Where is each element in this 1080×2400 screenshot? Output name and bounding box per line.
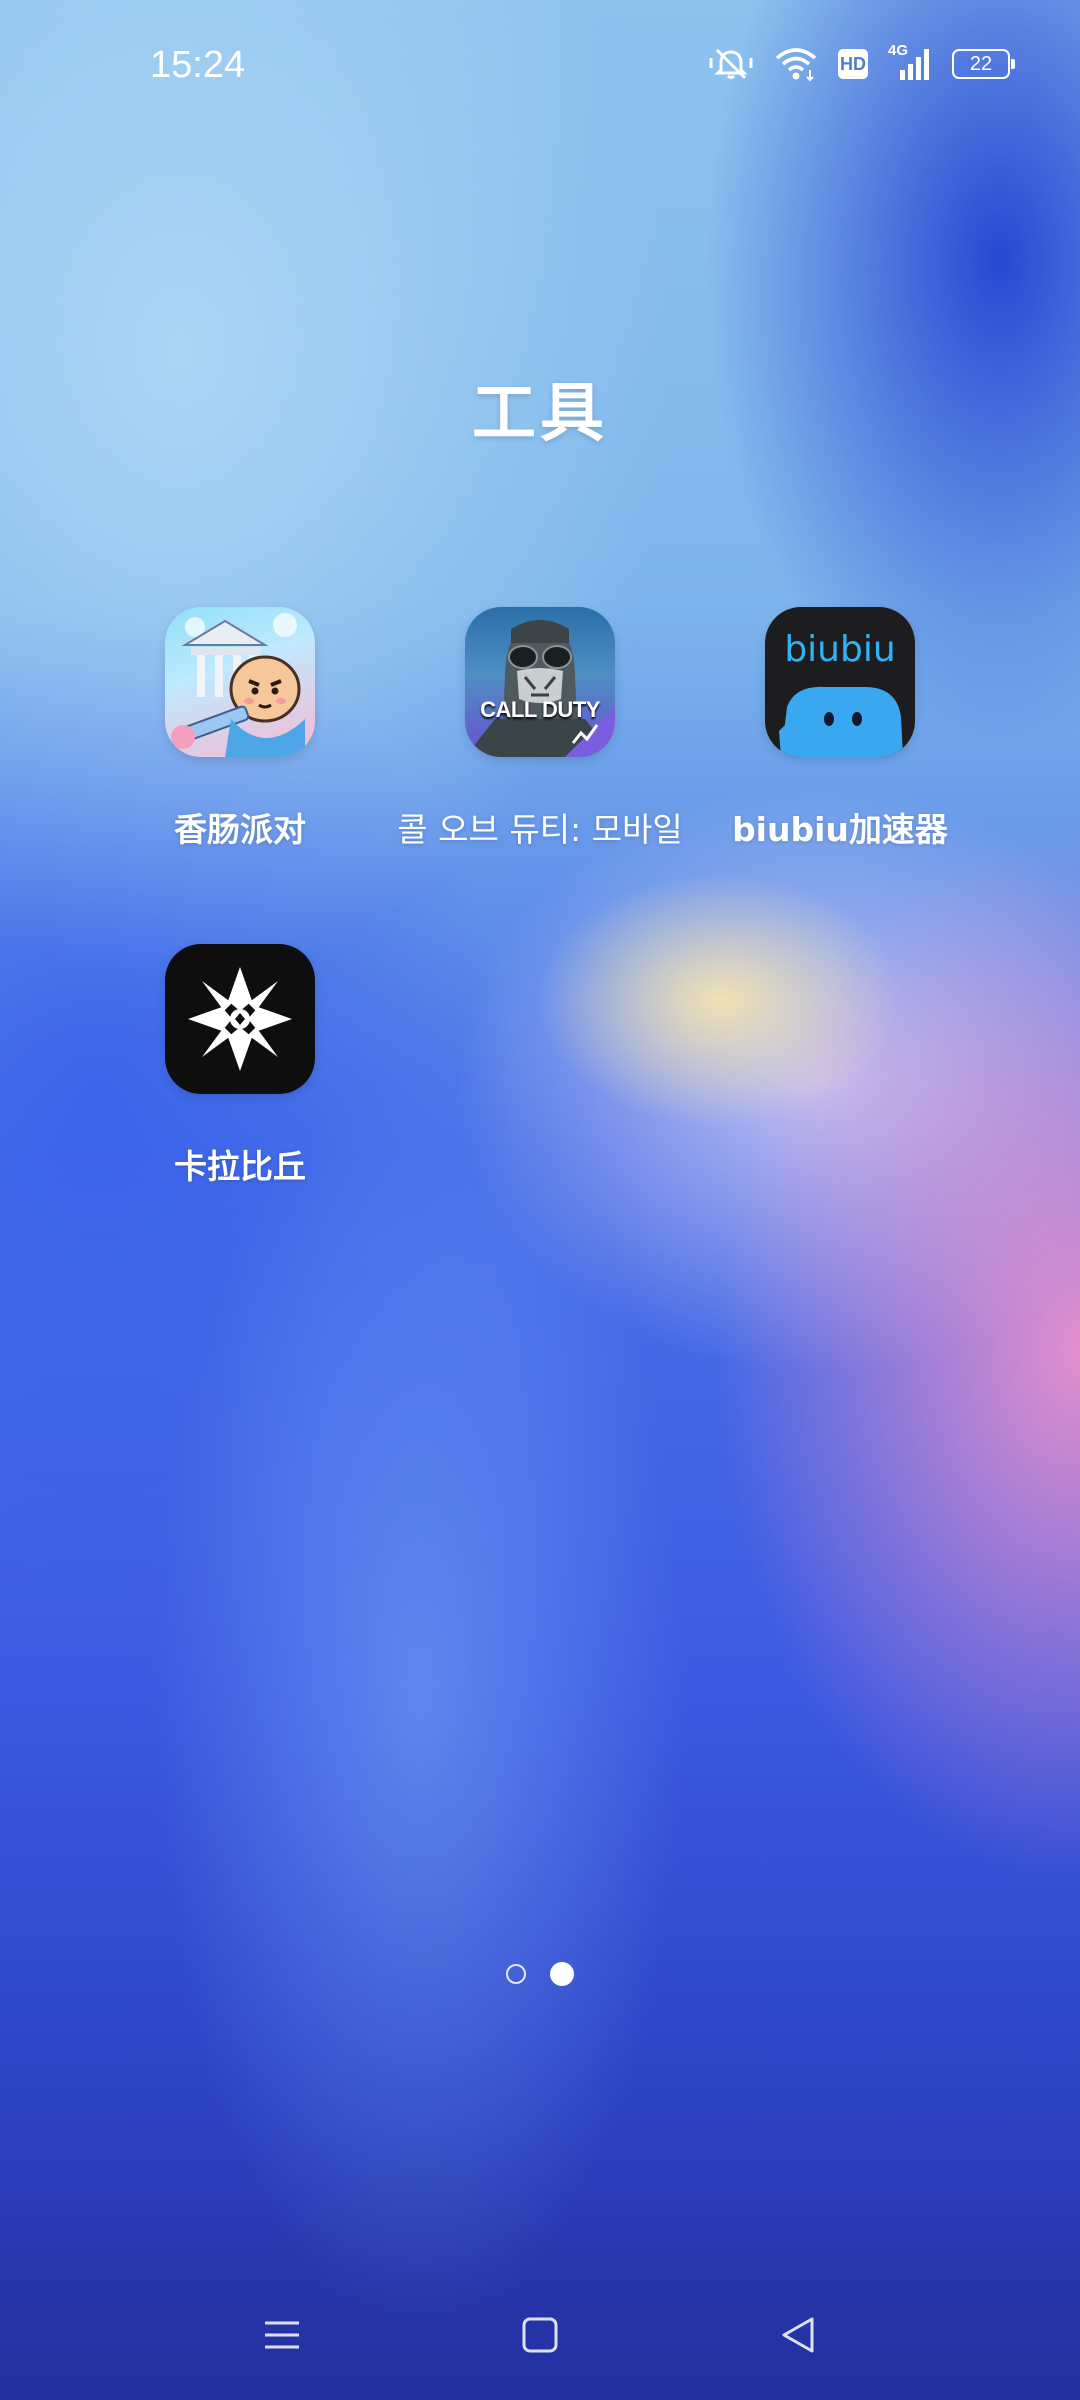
call-of-duty-logo-text: CALL DUTY bbox=[480, 697, 600, 722]
hd-icon: HD bbox=[838, 49, 868, 79]
status-icons: HD 4G 22 bbox=[708, 42, 1015, 84]
wifi-icon bbox=[774, 46, 818, 82]
app-label: biubiu加速器 bbox=[732, 810, 948, 849]
folder-title[interactable]: 工具 bbox=[0, 362, 1080, 454]
app-call-of-duty[interactable]: CALL DUTY 콜 오브 듀티: 모바일 bbox=[390, 607, 690, 851]
back-button[interactable] bbox=[768, 2310, 828, 2360]
status-bar: 15:24 HD 4G 22 bbox=[0, 0, 1080, 130]
biubiu-icon[interactable]: biubiu bbox=[765, 607, 915, 757]
status-clock: 15:24 bbox=[150, 44, 246, 86]
app-label: 香肠派对 bbox=[174, 810, 306, 849]
navigation-bar bbox=[0, 2300, 1080, 2370]
home-icon bbox=[522, 2317, 558, 2353]
app-biubiu[interactable]: biubiu biubiu加速器 bbox=[690, 607, 990, 851]
home-button[interactable] bbox=[510, 2310, 570, 2360]
back-icon bbox=[782, 2317, 814, 2353]
menu-icon bbox=[265, 2321, 299, 2349]
sausage-party-icon[interactable] bbox=[165, 607, 315, 757]
page-indicator bbox=[0, 1962, 1080, 1986]
page-dot-1[interactable] bbox=[506, 1964, 526, 1984]
app-kalabiqiu[interactable]: 卡拉比丘 bbox=[90, 944, 390, 1188]
app-label: 卡拉比丘 bbox=[174, 1147, 306, 1186]
battery-icon: 22 bbox=[952, 49, 1015, 79]
kalabiqiu-icon[interactable] bbox=[165, 944, 315, 1094]
call-of-duty-icon[interactable]: CALL DUTY bbox=[465, 607, 615, 757]
mute-icon bbox=[708, 46, 754, 82]
page-dot-2[interactable] bbox=[550, 1962, 574, 1986]
app-sausage-party[interactable]: 香肠派对 bbox=[90, 607, 390, 851]
app-label: 콜 오브 듀티: 모바일 bbox=[397, 810, 683, 849]
signal-4g-icon: 4G bbox=[888, 42, 932, 82]
network-type-label: 4G bbox=[888, 42, 909, 59]
recent-apps-button[interactable] bbox=[252, 2310, 312, 2360]
